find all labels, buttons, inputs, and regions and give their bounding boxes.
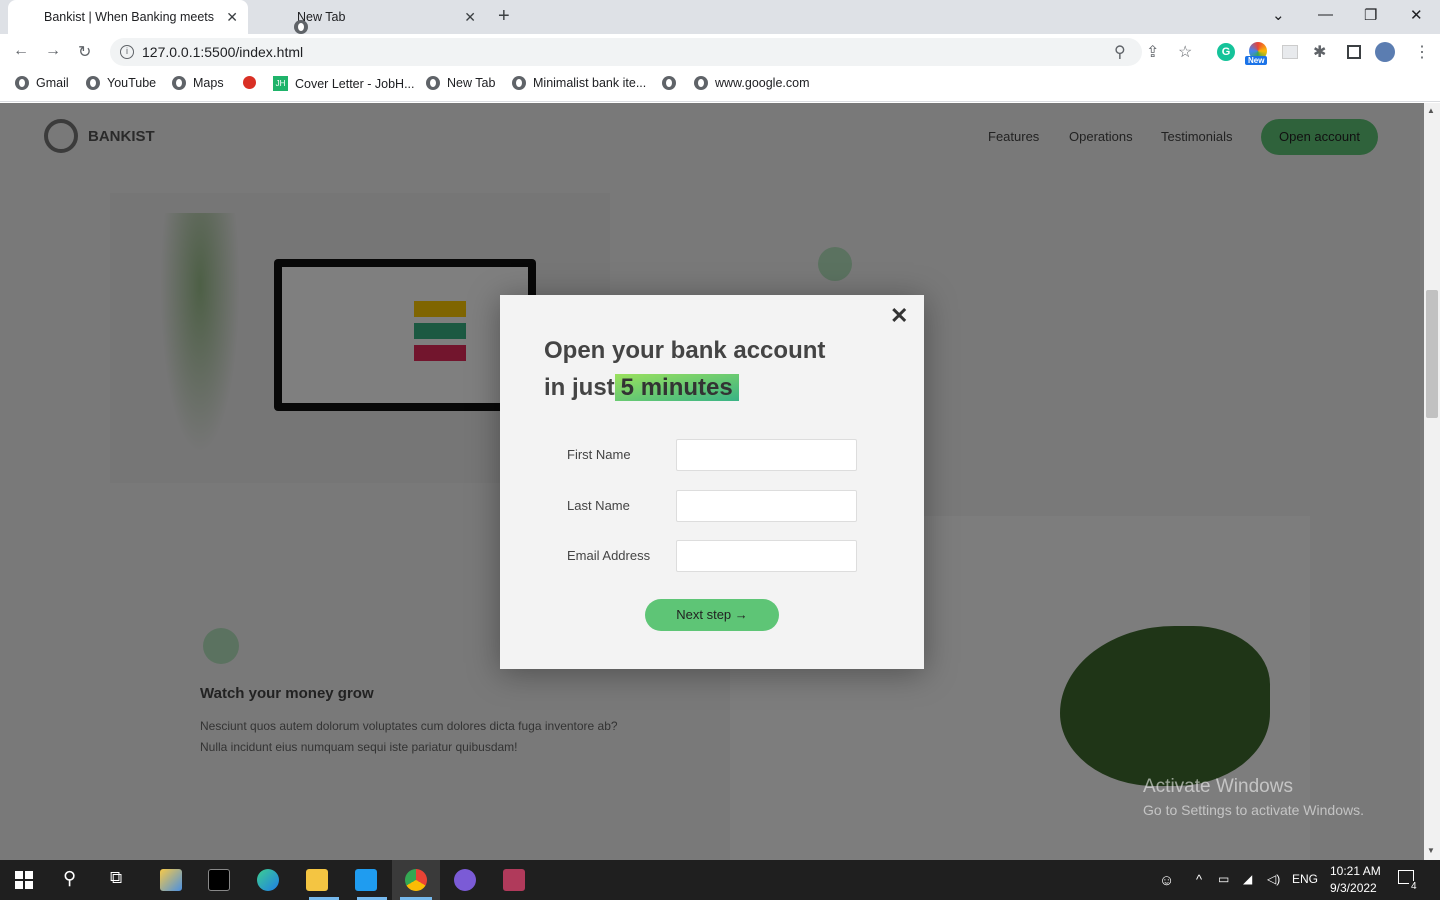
scrollbar-thumb[interactable] [1426,290,1438,418]
globe-icon [294,20,308,34]
email-input[interactable] [676,540,857,572]
terminal-icon[interactable] [208,869,230,891]
bookmark-minimalist-bank[interactable]: Minimalist bank ite... [512,76,646,90]
scroll-down-icon[interactable]: ▼ [1427,846,1435,855]
zoom-icon[interactable]: ⚲ [1114,42,1126,62]
puzzle-icon[interactable]: ✱ [1313,42,1326,62]
close-tab-icon[interactable]: ✕ [464,9,476,26]
activate-windows-text: Go to Settings to activate Windows. [1143,802,1364,818]
winrar-icon[interactable] [503,869,525,891]
open-account-modal: ✕ Open your bank account in just 5 minute… [500,295,924,669]
first-name-label: First Name [567,447,631,462]
modal-title-line1: Open your bank account [544,337,826,364]
first-name-input[interactable] [676,439,857,471]
minimize-icon[interactable]: — [1318,6,1333,23]
language-indicator[interactable]: ENG [1292,872,1318,886]
grammarly-icon[interactable]: G [1217,43,1235,61]
git-icon[interactable] [160,869,182,891]
bookmark-maps[interactable]: Maps [172,76,224,90]
bookmark-cover-letter[interactable]: JH Cover Letter - JobH... [273,76,415,91]
modal-title-line2: in just 5 minutes [544,369,864,406]
avatar[interactable] [1375,42,1395,62]
url-text[interactable]: 127.0.0.1:5500/index.html [142,44,303,60]
chrome-icon[interactable] [405,869,427,891]
last-name-input[interactable] [676,490,857,522]
activate-windows-title: Activate Windows [1143,776,1293,797]
bookmark-red[interactable] [243,76,256,89]
modal-title: Open your bank account in just 5 minutes [544,332,864,406]
back-icon[interactable]: ← [13,42,29,60]
edge-icon[interactable] [257,869,279,891]
globe-icon [662,76,676,90]
forward-icon[interactable]: → [45,42,61,60]
globe-icon [172,76,186,90]
vscode-icon[interactable] [355,869,377,891]
extension-icon[interactable] [1282,45,1298,59]
share-icon[interactable]: ⇪ [1146,42,1159,62]
app-icon[interactable] [454,869,476,891]
battery-icon[interactable]: ▭ [1218,872,1229,886]
search-icon[interactable]: ⚲ [63,868,76,889]
title-prefix: in just [544,374,615,401]
globe-icon [426,76,440,90]
tab-search-icon[interactable]: ⌄ [1272,6,1285,24]
globe-icon [15,76,29,90]
title-highlight: 5 minutes [614,374,739,401]
jh-icon: JH [273,76,288,91]
bookmark-unnamed[interactable] [662,76,676,90]
task-view-icon[interactable]: ⧉ [110,868,122,888]
people-icon[interactable]: ☺ [1159,872,1174,889]
file-explorer-icon[interactable] [306,869,328,891]
restore-icon[interactable]: ❐ [1364,6,1377,24]
new-tab-button[interactable]: + [498,5,510,28]
new-badge: New [1245,56,1268,65]
next-step-button[interactable]: Next step → [645,599,779,631]
bookmark-youtube[interactable]: YouTube [86,76,156,90]
close-tab-icon[interactable]: ✕ [226,9,238,26]
scroll-up-icon[interactable]: ▲ [1427,106,1435,115]
bookmark-gmail[interactable]: Gmail [15,76,69,90]
volume-icon[interactable]: ◁) [1267,872,1280,886]
clock-date[interactable]: 9/3/2022 [1330,881,1377,895]
menu-icon[interactable]: ⋮ [1414,42,1430,62]
globe-icon [512,76,526,90]
clock-time[interactable]: 10:21 AM [1330,864,1381,878]
tab-bankist[interactable]: Bankist | When Banking meets M ✕ [8,0,248,34]
reload-icon[interactable]: ↻ [78,42,91,62]
side-panel-icon[interactable] [1347,45,1361,59]
tab-label: New Tab [297,10,346,24]
show-hidden-icons[interactable]: ^ [1196,872,1202,887]
tab-label: Bankist | When Banking meets M [44,10,214,24]
tab-new-tab[interactable]: New Tab ✕ [250,0,486,34]
network-icon[interactable]: ◢ [1243,872,1252,886]
email-label: Email Address [567,548,651,563]
last-name-label: Last Name [567,498,630,513]
globe-icon [86,76,100,90]
bookmark-google[interactable]: www.google.com [694,76,810,90]
scrollbar[interactable] [1424,103,1440,860]
info-icon[interactable]: i [120,45,134,59]
bookmark-star-icon[interactable]: ☆ [1178,42,1192,62]
red-dot-icon [243,76,256,89]
bookmark-new-tab[interactable]: New Tab [426,76,495,90]
windows-start-icon[interactable] [15,871,33,889]
close-modal-button[interactable]: ✕ [890,303,908,329]
close-window-icon[interactable]: ✕ [1410,6,1423,24]
notification-count: 4 [1409,881,1419,892]
globe-icon [694,76,708,90]
